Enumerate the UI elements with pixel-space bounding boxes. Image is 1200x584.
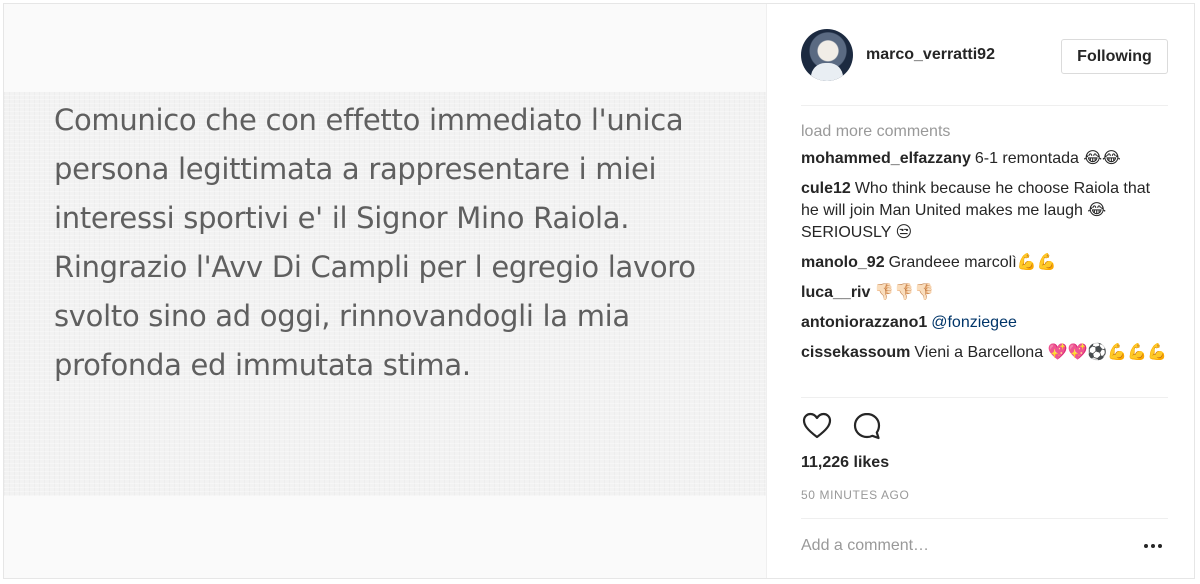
comment-text: 6-1 remontada 😂😂 bbox=[974, 150, 1121, 167]
comment-bubble-icon[interactable] bbox=[851, 410, 883, 442]
add-comment-input[interactable] bbox=[801, 534, 1121, 558]
comment-text: Vieni a Barcellona 💖💖⚽💪💪💪 bbox=[914, 344, 1168, 361]
comment-item: manolo_92 Grandeee marcolì💪💪 bbox=[801, 252, 1168, 274]
comment-item: cissekassoum Vieni a Barcellona 💖💖⚽💪💪💪 bbox=[801, 342, 1168, 364]
comments-list: load more comments mohammed_elfazzany 6-1… bbox=[801, 120, 1168, 372]
comment-username[interactable]: manolo_92 bbox=[801, 254, 885, 271]
more-options-icon[interactable] bbox=[1141, 540, 1165, 552]
likes-count[interactable]: 11,226 likes bbox=[801, 454, 889, 472]
comment-username[interactable]: cissekassoum bbox=[801, 344, 910, 361]
header-divider bbox=[801, 105, 1168, 106]
load-more-comments-link[interactable]: load more comments bbox=[801, 120, 1168, 144]
heart-icon[interactable] bbox=[801, 410, 833, 442]
header-username[interactable]: marco_verratti92 bbox=[866, 46, 995, 64]
comment-item: luca__riv 👎🏻👎🏻👎🏻 bbox=[801, 282, 1168, 304]
post-header: marco_verratti92 Following bbox=[767, 4, 1194, 104]
comment-username[interactable]: antoniorazzano1 bbox=[801, 314, 927, 331]
post-timestamp[interactable]: 50 MINUTES AGO bbox=[801, 488, 909, 502]
post-sidebar: marco_verratti92 Following load more com… bbox=[766, 4, 1194, 578]
comment-mention-link[interactable]: @fonziegee bbox=[931, 314, 1017, 331]
comment-text: 👎🏻👎🏻👎🏻 bbox=[874, 284, 935, 301]
comment-text: Grandeee marcolì💪💪 bbox=[888, 254, 1057, 271]
comment-text: Who think because he choose Raiola that … bbox=[801, 180, 1151, 241]
comment-item: cule12 Who think because he choose Raiola… bbox=[801, 178, 1168, 244]
comment-item: mohammed_elfazzany 6-1 remontada 😂😂 bbox=[801, 148, 1168, 170]
avatar[interactable] bbox=[801, 29, 853, 81]
post-image-text: Comunico che con effetto immediato l'uni… bbox=[54, 103, 696, 382]
actions-divider bbox=[801, 397, 1168, 398]
comment-username[interactable]: cule12 bbox=[801, 180, 851, 197]
comment-username[interactable]: luca__riv bbox=[801, 284, 870, 301]
following-button[interactable]: Following bbox=[1061, 39, 1168, 74]
comment-username[interactable]: mohammed_elfazzany bbox=[801, 150, 971, 167]
comment-box-divider bbox=[801, 518, 1168, 519]
post-image[interactable]: Comunico che con effetto immediato l'uni… bbox=[4, 4, 766, 578]
note-paper: Comunico che con effetto immediato l'uni… bbox=[4, 92, 766, 496]
post-frame: Comunico che con effetto immediato l'uni… bbox=[3, 3, 1195, 579]
comment-item: antoniorazzano1 @fonziegee bbox=[801, 312, 1168, 334]
